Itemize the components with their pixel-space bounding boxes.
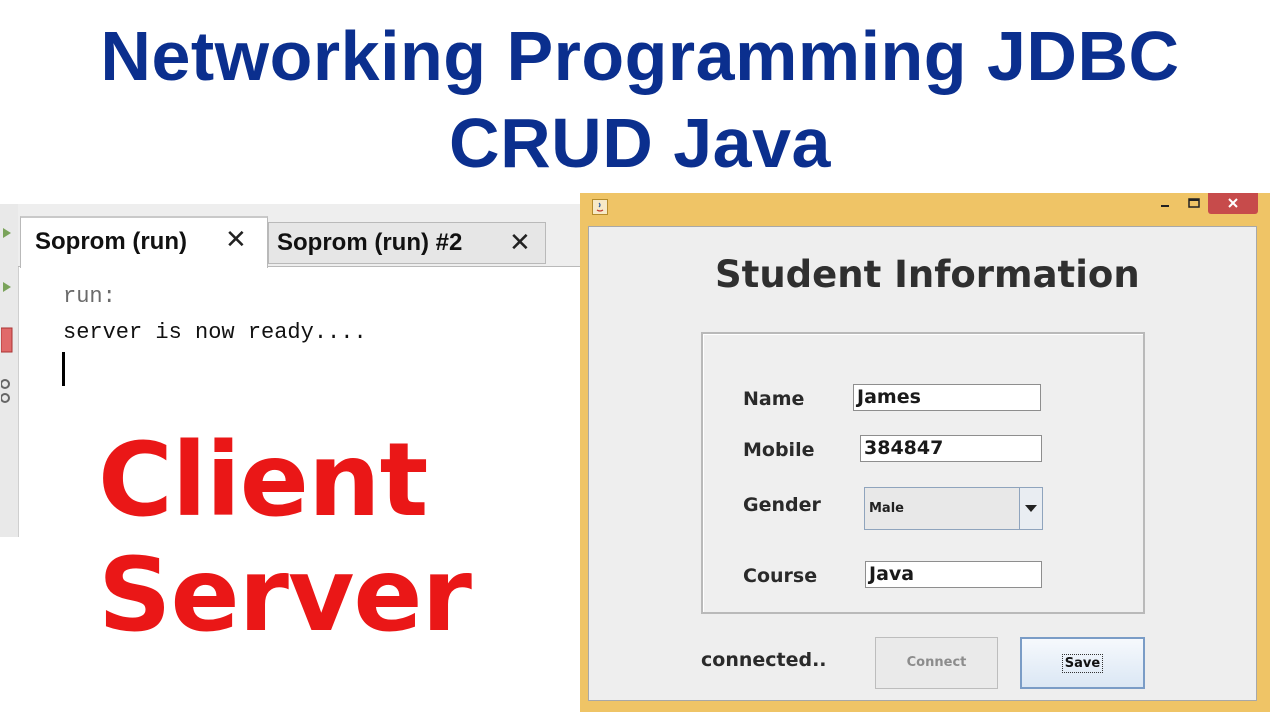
course-label: Course	[743, 565, 818, 587]
tab-label: Soprom (run) #2	[277, 229, 463, 256]
maximize-icon	[1188, 198, 1200, 208]
dropdown-arrow-button[interactable]	[1019, 488, 1042, 529]
course-field[interactable]: Java	[865, 561, 1042, 588]
tab-soprom-run-2[interactable]: Soprom (run) #2 ✕	[268, 222, 546, 264]
connect-button[interactable]: Connect	[875, 637, 998, 689]
settings-icon[interactable]	[1, 376, 13, 406]
ide-side-toolbar	[0, 204, 19, 537]
console-line-run: run:	[63, 284, 116, 309]
close-icon[interactable]: ✕	[225, 224, 247, 255]
stop-icon[interactable]	[1, 326, 13, 354]
rerun-icon[interactable]	[1, 226, 13, 240]
run-icon[interactable]	[1, 280, 13, 294]
gender-label: Gender	[743, 494, 821, 516]
headline-line-2: CRUD Java	[449, 104, 831, 182]
text-cursor	[62, 352, 65, 386]
gender-selected-value: Male	[869, 501, 904, 516]
chevron-down-icon	[1025, 505, 1037, 512]
save-button[interactable]: Save	[1020, 637, 1145, 689]
name-label: Name	[743, 388, 805, 410]
ide-tab-bar: Soprom (run) ✕ Soprom (run) #2 ✕	[18, 204, 580, 268]
window-content: Student Information Name James Mobile 38…	[588, 226, 1257, 701]
console-line-server-ready: server is now ready....	[63, 320, 367, 345]
maximize-button[interactable]	[1184, 194, 1206, 214]
tab-soprom-run[interactable]: Soprom (run) ✕	[20, 216, 268, 268]
headline-line-1: Networking Programming JDBC	[100, 17, 1180, 95]
student-form-panel: Name James Mobile 384847 Gender Male Cou…	[701, 332, 1145, 614]
mobile-field[interactable]: 384847	[860, 435, 1042, 462]
name-field[interactable]: James	[853, 384, 1041, 411]
close-window-button[interactable]	[1208, 193, 1258, 214]
form-title: Student Information	[715, 253, 1140, 296]
mobile-label: Mobile	[743, 439, 815, 461]
window-title-bar[interactable]	[580, 193, 1270, 219]
student-information-window: Student Information Name James Mobile 38…	[580, 193, 1270, 712]
overlay-word-client: Client	[98, 421, 428, 540]
save-button-label: Save	[1061, 654, 1104, 673]
connection-status: connected..	[701, 649, 827, 671]
tab-label: Soprom (run)	[35, 228, 187, 255]
java-app-icon	[592, 199, 608, 215]
close-icon[interactable]: ✕	[509, 227, 531, 258]
minimize-button[interactable]	[1154, 194, 1176, 214]
close-icon	[1228, 198, 1238, 208]
overlay-word-server: Server	[98, 536, 472, 655]
minimize-icon	[1161, 205, 1169, 207]
gender-dropdown[interactable]: Male	[864, 487, 1043, 530]
